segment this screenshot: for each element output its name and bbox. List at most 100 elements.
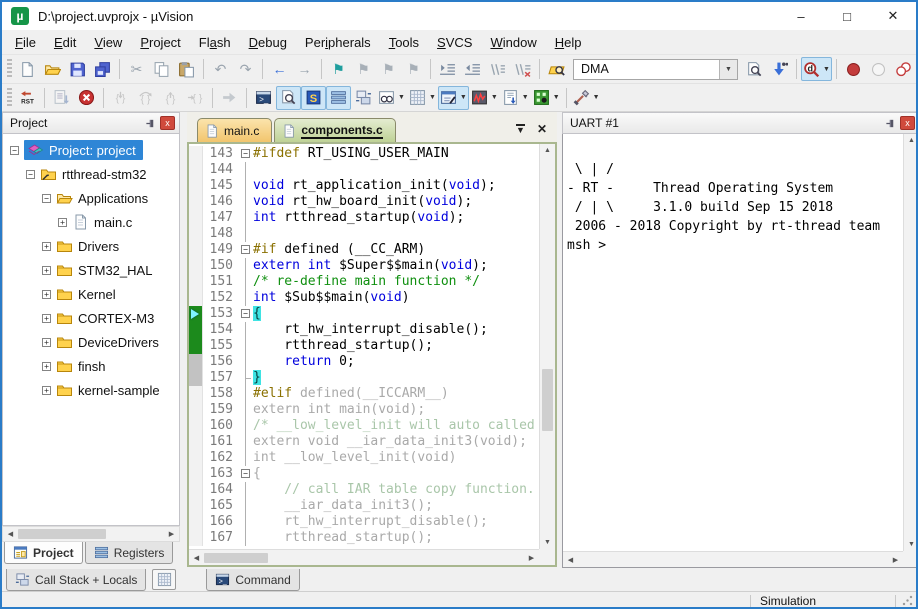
fold-collapse-icon[interactable]: −	[241, 149, 250, 158]
collapse-icon[interactable]: −	[42, 194, 51, 203]
comment-selection-button[interactable]	[485, 57, 510, 81]
fold-collapse-icon[interactable]: −	[241, 309, 250, 318]
maximize-button[interactable]: □	[824, 2, 870, 30]
tree-item-applications[interactable]: −Applications	[3, 186, 179, 210]
close-button[interactable]: ✕	[870, 2, 916, 30]
expand-icon[interactable]: +	[58, 218, 67, 227]
scroll-down-icon[interactable]: ▼	[540, 539, 555, 546]
cut-button[interactable]: ✂	[124, 57, 149, 81]
indent-button[interactable]	[435, 57, 460, 81]
chevron-down-icon[interactable]: ▼	[398, 94, 405, 101]
kill-all-breakpoints-button[interactable]	[891, 57, 916, 81]
prev-bookmark-button[interactable]: ⚑	[351, 57, 376, 81]
menu-window[interactable]: Window	[481, 32, 545, 53]
outdent-button[interactable]	[460, 57, 485, 81]
expand-icon[interactable]: +	[42, 290, 51, 299]
chevron-down-icon[interactable]: ▼	[593, 94, 600, 101]
menu-svcs[interactable]: SVCS	[428, 32, 481, 53]
menu-tools[interactable]: Tools	[380, 32, 428, 53]
toolbar-grip[interactable]	[7, 88, 12, 108]
pin-icon[interactable]	[883, 116, 897, 130]
collapse-icon[interactable]: −	[10, 146, 19, 155]
tree-item-project-project[interactable]: −Project: project	[3, 138, 179, 162]
system-viewer-button[interactable]: ▼	[531, 86, 562, 110]
expand-icon[interactable]: +	[42, 242, 51, 251]
fold-column[interactable]: −	[240, 306, 253, 322]
find-button[interactable]	[742, 57, 767, 81]
close-document-icon[interactable]: ✕	[537, 122, 547, 136]
uart-output[interactable]: \ | /- RT - Thread Operating System / | …	[562, 134, 918, 568]
tree-item-drivers[interactable]: +Drivers	[3, 234, 179, 258]
scroll-right-icon[interactable]: ▶	[524, 554, 539, 562]
tab-command[interactable]: >_ Command	[206, 569, 299, 591]
menu-view[interactable]: View	[85, 32, 131, 53]
trace-window-button[interactable]: ▼	[500, 86, 531, 110]
fold-column[interactable]: −	[240, 146, 253, 162]
fold-collapse-icon[interactable]: −	[241, 245, 250, 254]
project-panel-close-icon[interactable]: x	[160, 116, 175, 130]
reset-cpu-button[interactable]: RST	[15, 86, 40, 110]
menu-peripherals[interactable]: Peripherals	[296, 32, 380, 53]
open-file-button[interactable]	[40, 57, 65, 81]
uart-horizontal-scrollbar[interactable]: ◀ ▶	[563, 551, 903, 567]
analysis-window-button[interactable]: ▼	[469, 86, 500, 110]
registers-window-button[interactable]	[326, 86, 351, 110]
fold-column[interactable]: −	[240, 466, 253, 482]
scroll-left-icon[interactable]: ◀	[3, 530, 18, 538]
expand-icon[interactable]: +	[42, 266, 51, 275]
memory-dock-button[interactable]	[152, 569, 176, 590]
callstack-window-button[interactable]	[351, 86, 376, 110]
editor-tab-components-c[interactable]: components.c	[274, 118, 395, 142]
search-combo[interactable]: DMA▼	[573, 59, 738, 80]
run-button[interactable]	[49, 86, 74, 110]
editor-vertical-scrollbar[interactable]: ▲ ▼	[539, 144, 555, 549]
chevron-down-icon[interactable]: ▼	[460, 94, 467, 101]
command-window-button[interactable]: >_	[251, 86, 276, 110]
menu-flash[interactable]: Flash	[190, 32, 240, 53]
chevron-down-icon[interactable]: ▼	[429, 94, 436, 101]
scroll-left-icon[interactable]: ◀	[563, 556, 578, 564]
serial-window-button[interactable]: ▼	[438, 86, 469, 110]
collapse-icon[interactable]: −	[26, 170, 35, 179]
menu-help[interactable]: Help	[546, 32, 591, 53]
tree-item-cortex-m3[interactable]: +CORTEX-M3	[3, 306, 179, 330]
find-in-files-button[interactable]	[544, 57, 569, 81]
chevron-down-icon[interactable]: ▼	[522, 94, 529, 101]
disassembly-window-button[interactable]	[276, 86, 301, 110]
menu-debug[interactable]: Debug	[240, 32, 296, 53]
incremental-find-button[interactable]	[767, 57, 792, 81]
uncomment-selection-button[interactable]	[510, 57, 535, 81]
tree-item-devicedrivers[interactable]: +DeviceDrivers	[3, 330, 179, 354]
pin-icon[interactable]	[143, 116, 157, 130]
step-out-button[interactable]: { }	[158, 86, 183, 110]
tree-item-kernel[interactable]: +Kernel	[3, 282, 179, 306]
save-button[interactable]	[65, 57, 90, 81]
scroll-left-icon[interactable]: ◀	[189, 554, 204, 562]
stop-button[interactable]	[74, 86, 99, 110]
chevron-down-icon[interactable]: ▼	[823, 66, 830, 73]
scroll-right-icon[interactable]: ▶	[164, 530, 179, 538]
editor-horizontal-scrollbar[interactable]: ◀ ▶	[189, 549, 539, 565]
resize-grip[interactable]	[902, 595, 913, 606]
scroll-up-icon[interactable]: ▲	[904, 137, 918, 144]
insert-remove-breakpoint-button[interactable]	[841, 57, 866, 81]
toolbar-grip[interactable]	[7, 59, 12, 79]
paste-button[interactable]	[174, 57, 199, 81]
next-bookmark-button[interactable]: ⚑	[376, 57, 401, 81]
fold-column[interactable]: −	[240, 242, 253, 258]
tree-item-finsh[interactable]: +finsh	[3, 354, 179, 378]
menu-file[interactable]: File	[6, 32, 45, 53]
uart-vertical-scrollbar[interactable]: ▲ ▼	[903, 134, 918, 551]
menu-project[interactable]: Project	[131, 32, 189, 53]
new-file-button[interactable]	[15, 57, 40, 81]
code-editor[interactable]: 143−#ifdef RT_USING_USER_MAIN144145void …	[187, 142, 557, 567]
expand-icon[interactable]: +	[42, 362, 51, 371]
symbols-window-button[interactable]: S	[301, 86, 326, 110]
step-over-button[interactable]: { }	[133, 86, 158, 110]
watch-window-button[interactable]: ▼	[376, 86, 407, 110]
step-button[interactable]: { }	[108, 86, 133, 110]
menu-edit[interactable]: Edit	[45, 32, 85, 53]
tree-item-kernel-sample[interactable]: +kernel-sample	[3, 378, 179, 402]
uart-panel-close-icon[interactable]: x	[900, 116, 915, 130]
copy-button[interactable]	[149, 57, 174, 81]
